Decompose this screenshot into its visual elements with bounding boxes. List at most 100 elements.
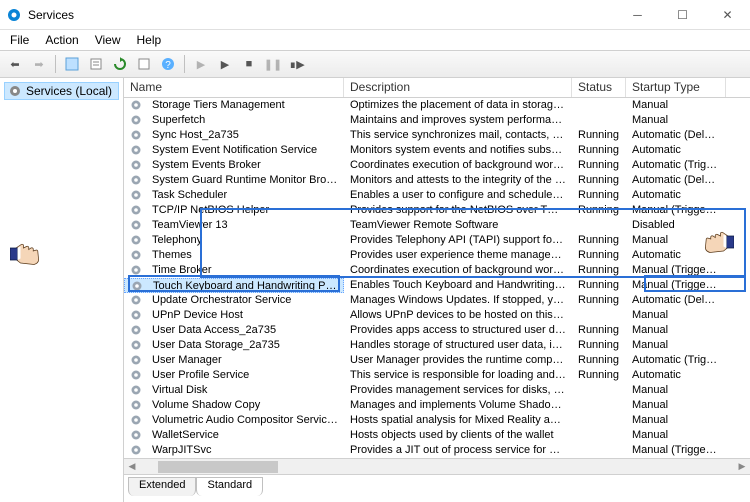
table-row[interactable]: Update Orchestrator ServiceManages Windo…	[124, 293, 750, 308]
service-status-cell	[572, 308, 626, 323]
service-status-cell: Running	[572, 353, 626, 368]
table-row[interactable]: Task SchedulerEnables a user to configur…	[124, 188, 750, 203]
main-content: Services (Local) Name Description Status…	[0, 78, 750, 502]
service-status-cell	[572, 398, 626, 413]
service-name-cell: System Event Notification Service	[124, 143, 344, 158]
restart-service-button[interactable]: ∎▶	[286, 53, 308, 75]
gear-icon	[130, 159, 142, 171]
service-type-cell: Manual	[626, 398, 726, 413]
table-row[interactable]: Volumetric Audio Compositor ServiceHosts…	[124, 413, 750, 428]
service-desc-cell: Provides management services for disks, …	[344, 383, 572, 398]
menu-view[interactable]: View	[89, 31, 127, 49]
service-type-cell: Automatic	[626, 368, 726, 383]
table-row[interactable]: TeamViewer 13TeamViewer Remote SoftwareD…	[124, 218, 750, 233]
table-row[interactable]: SuperfetchMaintains and improves system …	[124, 113, 750, 128]
table-row[interactable]: Virtual DiskProvides management services…	[124, 383, 750, 398]
gear-icon	[130, 189, 142, 201]
service-type-cell: Automatic	[626, 248, 726, 263]
bottom-tabs: Extended Standard	[124, 474, 750, 496]
tree-pane: Services (Local)	[0, 78, 124, 502]
pause-service-button[interactable]: ❚❚	[262, 53, 284, 75]
service-desc-cell: Monitors system events and notifies subs…	[344, 143, 572, 158]
scroll-left-arrow[interactable]: ◀	[124, 461, 140, 472]
table-row[interactable]: Storage Tiers ManagementOptimizes the pl…	[124, 98, 750, 113]
gear-icon	[130, 354, 142, 366]
minimize-button[interactable]: ─	[615, 0, 660, 30]
toolbar: ⬅ ➡ ? ▶ ▶ ■ ❚❚ ∎▶	[0, 50, 750, 78]
service-name-cell: TCP/IP NetBIOS Helper	[124, 203, 344, 218]
table-row[interactable]: Touch Keyboard and Handwriting Panel Ser…	[124, 278, 750, 293]
table-row[interactable]: User ManagerUser Manager provides the ru…	[124, 353, 750, 368]
table-row[interactable]: User Data Storage_2a735Handles storage o…	[124, 338, 750, 353]
service-name-cell: Virtual Disk	[124, 383, 344, 398]
service-status-cell	[572, 383, 626, 398]
service-desc-cell: Optimizes the placement of data in stora…	[344, 98, 572, 113]
maximize-button[interactable]: ☐	[660, 0, 705, 30]
service-type-cell: Manual (Trigger Start)	[626, 263, 726, 278]
gear-icon	[130, 339, 142, 351]
properties-button[interactable]	[85, 53, 107, 75]
horizontal-scrollbar[interactable]: ◀ ▶	[124, 458, 750, 474]
service-name-cell: Sync Host_2a735	[124, 128, 344, 143]
service-name-cell: Volumetric Audio Compositor Service	[124, 413, 344, 428]
table-row[interactable]: System Events BrokerCoordinates executio…	[124, 158, 750, 173]
table-row[interactable]: Time BrokerCoordinates execution of back…	[124, 263, 750, 278]
table-row[interactable]: User Data Access_2a735Provides apps acce…	[124, 323, 750, 338]
tree-root-services-local[interactable]: Services (Local)	[4, 82, 119, 100]
table-row[interactable]: WalletServiceHosts objects used by clien…	[124, 428, 750, 443]
table-row[interactable]: UPnP Device HostAllows UPnP devices to b…	[124, 308, 750, 323]
service-name-cell: WalletService	[124, 428, 344, 443]
start-service-alt-button[interactable]: ▶	[214, 53, 236, 75]
tab-standard[interactable]: Standard	[196, 477, 263, 496]
service-status-cell: Running	[572, 278, 626, 293]
service-type-cell: Manual	[626, 383, 726, 398]
titlebar: Services ─ ☐ ✕	[0, 0, 750, 30]
service-desc-cell: Manages Windows Updates. If stopped, you…	[344, 293, 572, 308]
column-description[interactable]: Description	[344, 78, 572, 97]
table-row[interactable]: TelephonyProvides Telephony API (TAPI) s…	[124, 233, 750, 248]
column-status[interactable]: Status	[572, 78, 626, 97]
service-status-cell: Running	[572, 188, 626, 203]
table-row[interactable]: ThemesProvides user experience theme man…	[124, 248, 750, 263]
start-service-button[interactable]: ▶	[190, 53, 212, 75]
service-name-cell: UPnP Device Host	[124, 308, 344, 323]
table-row[interactable]: Volume Shadow CopyManages and implements…	[124, 398, 750, 413]
table-row[interactable]: User Profile ServiceThis service is resp…	[124, 368, 750, 383]
close-button[interactable]: ✕	[705, 0, 750, 30]
stop-service-button[interactable]: ■	[238, 53, 260, 75]
service-name-cell: System Guard Runtime Monitor Broker	[124, 173, 344, 188]
menu-action[interactable]: Action	[39, 31, 84, 49]
gear-icon	[130, 444, 142, 456]
service-type-cell: Automatic (Delayed Start)	[626, 173, 726, 188]
service-name-cell: Update Orchestrator Service	[124, 293, 344, 308]
menu-file[interactable]: File	[4, 31, 35, 49]
forward-button[interactable]: ➡	[28, 53, 50, 75]
scroll-right-arrow[interactable]: ▶	[734, 461, 750, 472]
table-row[interactable]: WarpJITSvcProvides a JIT out of process …	[124, 443, 750, 458]
back-button[interactable]: ⬅	[4, 53, 26, 75]
scroll-thumb[interactable]	[158, 461, 278, 473]
service-name-cell: System Events Broker	[124, 158, 344, 173]
column-name[interactable]: Name	[124, 78, 344, 97]
table-row[interactable]: TCP/IP NetBIOS HelperProvides support fo…	[124, 203, 750, 218]
table-row[interactable]: System Guard Runtime Monitor BrokerMonit…	[124, 173, 750, 188]
service-type-cell: Manual	[626, 413, 726, 428]
table-row[interactable]: Sync Host_2a735This service synchronizes…	[124, 128, 750, 143]
export-button[interactable]	[133, 53, 155, 75]
help-button[interactable]: ?	[157, 53, 179, 75]
service-type-cell: Automatic (Delayed Start)	[626, 128, 726, 143]
refresh-button[interactable]	[109, 53, 131, 75]
tab-extended[interactable]: Extended	[128, 477, 196, 496]
table-row[interactable]: System Event Notification ServiceMonitor…	[124, 143, 750, 158]
service-desc-cell: Coordinates execution of background work…	[344, 263, 572, 278]
service-desc-cell: Enables Touch Keyboard and Handwriting P…	[344, 278, 572, 293]
service-name-cell: Volume Shadow Copy	[124, 398, 344, 413]
service-type-cell: Manual	[626, 308, 726, 323]
gear-icon	[8, 84, 22, 98]
service-name-cell: Time Broker	[124, 263, 344, 278]
gear-icon	[130, 429, 142, 441]
service-list[interactable]: Storage Tiers ManagementOptimizes the pl…	[124, 98, 750, 458]
menu-help[interactable]: Help	[131, 31, 168, 49]
show-hide-tree-button[interactable]	[61, 53, 83, 75]
column-startup-type[interactable]: Startup Type	[626, 78, 726, 97]
